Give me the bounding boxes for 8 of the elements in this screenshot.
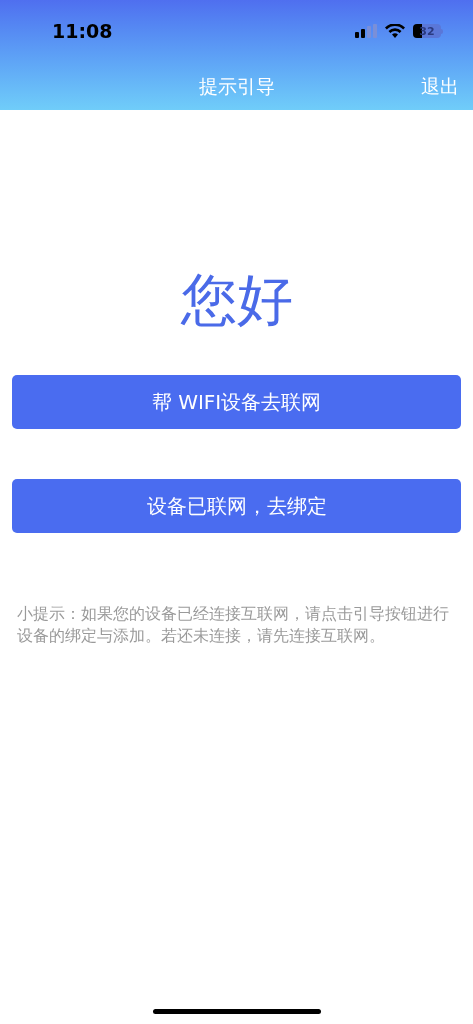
wifi-icon [385, 24, 405, 38]
tip-text: 小提示：如果您的设备已经连接互联网，请点击引导按钮进行设备的绑定与添加。若还未连接，请先连接互联网。 [16, 604, 450, 647]
action-button[interactable]: 帮 WIFI设备去联网 [12, 375, 461, 429]
status-time: 11:08 [52, 18, 113, 44]
action-button[interactable]: 设备已联网，去绑定 [12, 479, 461, 533]
signal-icon [355, 24, 377, 38]
greeting-heading: 您好 [180, 266, 293, 334]
page-title: 提示引导 [198, 73, 275, 99]
